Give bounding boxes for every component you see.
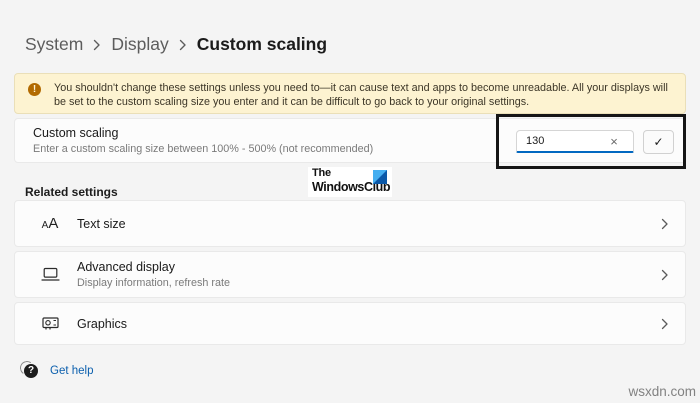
warning-text: You shouldn't change these settings unle… (54, 82, 668, 108)
confirm-scaling-button[interactable]: ✓ (643, 130, 674, 154)
get-help-label: Get help (50, 365, 94, 377)
breadcrumb-display[interactable]: Display (111, 34, 168, 55)
row-label: Text size (77, 216, 126, 231)
custom-scaling-input[interactable] (517, 131, 603, 151)
custom-scaling-input-wrap: × (516, 130, 634, 153)
row-graphics[interactable]: Graphics (14, 302, 686, 345)
clear-input-icon[interactable]: × (603, 135, 625, 148)
row-subtitle: Display information, refresh rate (77, 277, 231, 289)
row-label: Graphics (77, 316, 128, 331)
breadcrumb: System Display Custom scaling (25, 34, 327, 55)
graphics-icon (37, 316, 63, 331)
row-label: Advanced display (77, 260, 175, 274)
chevron-right-icon (93, 39, 101, 51)
related-settings-header: Related settings (25, 185, 118, 199)
windowsclub-logo-icon (373, 170, 387, 184)
windowsclub-watermark: The WindowsClub (308, 167, 392, 197)
chevron-right-icon (661, 268, 669, 281)
get-help-link[interactable]: ? Get help (24, 364, 93, 378)
chevron-right-icon (661, 317, 669, 330)
row-text-size[interactable]: AA Text size (14, 200, 686, 247)
chevron-right-icon (179, 39, 187, 51)
warning-icon: ! (28, 83, 41, 96)
site-watermark: wsxdn.com (628, 384, 696, 399)
breadcrumb-system[interactable]: System (25, 34, 83, 55)
advanced-display-icon (37, 267, 63, 282)
page-title: Custom scaling (196, 34, 328, 54)
text-size-icon: AA (41, 215, 59, 232)
row-advanced-display[interactable]: Advanced display Display information, re… (14, 251, 686, 298)
help-icon: ? (24, 364, 38, 378)
warning-banner: ! You shouldn't change these settings un… (14, 73, 686, 114)
chevron-right-icon (661, 217, 669, 230)
settings-window: System Display Custom scaling ! You shou… (0, 0, 700, 403)
